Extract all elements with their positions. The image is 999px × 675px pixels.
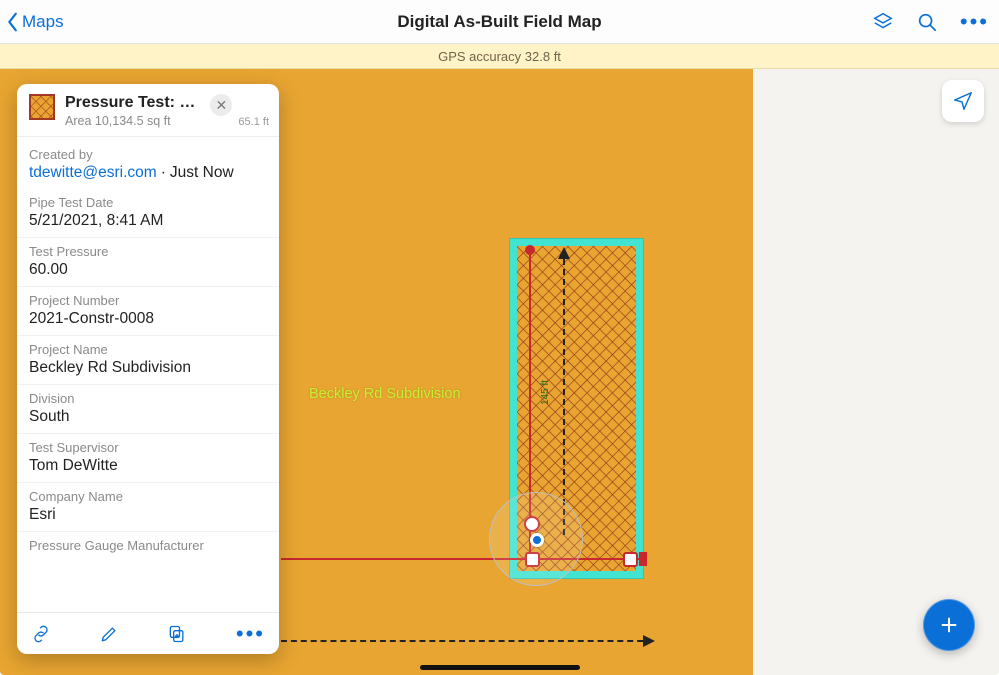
gps-accuracy-text: GPS accuracy 32.8 ft <box>438 49 561 64</box>
measure-arrow-horizontal <box>281 640 653 642</box>
plus-icon <box>938 614 960 636</box>
layers-button[interactable] <box>872 11 894 33</box>
attribute-label: Project Number <box>29 293 267 308</box>
created-when: Just Now <box>170 164 234 182</box>
attribute-label: Project Name <box>29 342 267 357</box>
attribute-value: South <box>29 408 267 426</box>
subdivision-label: Beckley Rd Subdivision <box>309 386 461 402</box>
current-location-dot <box>530 533 544 547</box>
back-label: Maps <box>22 12 64 32</box>
pipe-horizontal <box>281 558 639 560</box>
popup-more-button[interactable]: ••• <box>236 623 265 645</box>
home-indicator <box>420 665 580 670</box>
header-actions: ••• <box>872 9 989 35</box>
created-by-field: Created by tdewitte@esri.com · Just Now <box>17 141 279 189</box>
popup-body[interactable]: Created by tdewitte@esri.com · Just Now … <box>17 137 279 612</box>
back-button[interactable]: Maps <box>6 11 64 33</box>
popup-title: Pressure Test: Beckley R… <box>65 94 204 112</box>
measure-label: 145 ft <box>540 380 551 405</box>
feature-swatch-icon <box>29 94 55 120</box>
attribute-label: Pressure Gauge Manufacturer <box>29 538 267 553</box>
attribute-field: Pressure Gauge Manufacturer <box>17 531 279 562</box>
creator-email-link[interactable]: tdewitte@esri.com <box>29 164 157 182</box>
attribute-label: Test Pressure <box>29 244 267 259</box>
more-icon: ••• <box>960 9 989 35</box>
attribute-field: Pipe Test Date 5/21/2021, 8:41 AM <box>17 189 279 237</box>
attribute-label: Division <box>29 391 267 406</box>
attribute-field: Project Number 2021-Constr-0008 <box>17 286 279 335</box>
attribute-value: 2021-Constr-0008 <box>29 310 267 328</box>
locate-icon <box>952 90 974 112</box>
attribute-value: Esri <box>29 506 267 524</box>
attribute-field: Company Name Esri <box>17 482 279 531</box>
measure-arrow-vertical <box>563 249 565 535</box>
attribute-field: Test Pressure 60.00 <box>17 237 279 286</box>
created-by-label: Created by <box>29 147 267 162</box>
feature-popup: Pressure Test: Beckley R… Area 10,134.5 … <box>17 84 279 654</box>
popup-distance: 65.1 ft <box>238 116 269 128</box>
attribute-label: Test Supervisor <box>29 440 267 455</box>
attribute-field: Project Name Beckley Rd Subdivision <box>17 335 279 384</box>
map-blank-area <box>753 69 999 675</box>
popup-area: Area 10,134.5 sq ft <box>65 114 204 128</box>
attribute-value: 60.00 <box>29 261 267 279</box>
pipe-endcap <box>639 552 647 566</box>
layers-icon <box>872 11 894 33</box>
gps-accuracy-bar: GPS accuracy 32.8 ft <box>0 44 999 69</box>
locate-button[interactable] <box>942 80 984 122</box>
more-button[interactable]: ••• <box>960 9 989 35</box>
attribute-label: Company Name <box>29 489 267 504</box>
page-title: Digital As-Built Field Map <box>0 12 999 32</box>
search-icon <box>916 11 938 33</box>
chevron-left-icon <box>6 11 20 33</box>
more-icon: ••• <box>236 621 265 646</box>
attribute-value: 5/21/2021, 8:41 AM <box>29 212 267 230</box>
copy-button[interactable] <box>167 624 187 644</box>
attribute-value: Beckley Rd Subdivision <box>29 359 267 377</box>
close-icon: ✕ <box>216 97 228 114</box>
attribute-field: Division South <box>17 384 279 433</box>
popup-toolbar: ••• <box>17 612 279 654</box>
search-button[interactable] <box>916 11 938 33</box>
link-button[interactable] <box>31 624 51 644</box>
attribute-label: Pipe Test Date <box>29 195 267 210</box>
popup-header: Pressure Test: Beckley R… Area 10,134.5 … <box>17 84 279 137</box>
app-header: Maps Digital As-Built Field Map ••• <box>0 0 999 44</box>
add-feature-button[interactable] <box>923 599 975 651</box>
attribute-field: Test Supervisor Tom DeWitte <box>17 433 279 482</box>
edit-button[interactable] <box>99 624 119 644</box>
attribute-value: Tom DeWitte <box>29 457 267 475</box>
popup-close-button[interactable]: ✕ <box>210 94 232 116</box>
